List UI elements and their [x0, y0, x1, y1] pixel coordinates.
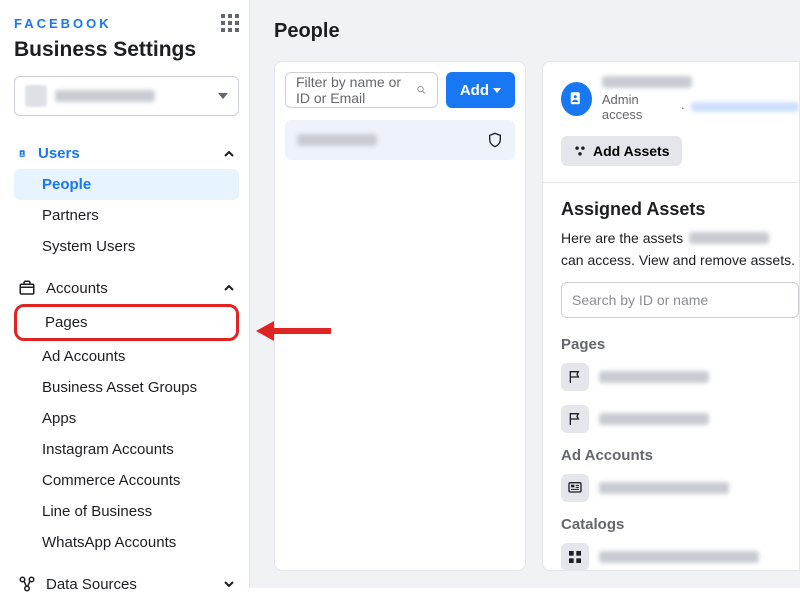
shield-icon: [487, 132, 503, 148]
nav-item-commerce-accounts[interactable]: Commerce Accounts: [14, 465, 239, 496]
people-list-panel: Filter by name or ID or Email Add: [274, 61, 526, 571]
business-logo: [25, 85, 47, 107]
business-selector[interactable]: [14, 76, 239, 116]
add-assets-button[interactable]: Add Assets: [561, 136, 682, 166]
caret-down-icon: [218, 93, 228, 99]
nav-section-data-sources-label: Data Sources: [46, 576, 137, 593]
add-assets-label: Add Assets: [593, 143, 670, 159]
caret-down-icon: [493, 88, 501, 93]
asset-name: [599, 482, 729, 494]
assigned-assets-description: Here are the assets can access. View and…: [561, 230, 799, 268]
nav-item-line-of-business[interactable]: Line of Business: [14, 496, 239, 527]
search-icon: [416, 82, 427, 98]
flag-icon: [561, 363, 589, 391]
business-name: [55, 90, 155, 102]
asset-name: [599, 551, 759, 563]
nav-item-ad-accounts[interactable]: Ad Accounts: [14, 341, 239, 372]
add-button[interactable]: Add: [446, 72, 515, 108]
catalog-icon: [561, 543, 589, 571]
nav-item-partners[interactable]: Partners: [14, 200, 239, 231]
asset-name: [599, 371, 709, 383]
chevron-down-icon: [223, 578, 235, 590]
page-title: Business Settings: [14, 38, 239, 62]
apps-grid-icon[interactable]: [221, 14, 239, 32]
nav-section-users-label: Users: [38, 145, 80, 162]
facebook-brand: FACEBOOK: [14, 16, 112, 31]
category-catalogs: Catalogs: [561, 516, 799, 533]
access-level: Admin access: [602, 92, 675, 122]
add-assets-icon: [573, 144, 587, 158]
nav-section-data-sources[interactable]: Data Sources: [14, 568, 239, 600]
asset-row[interactable]: [561, 405, 799, 433]
flag-icon: [561, 405, 589, 433]
person-row[interactable]: [285, 120, 515, 160]
nav-item-people[interactable]: People: [14, 169, 239, 200]
asset-row[interactable]: [561, 363, 799, 391]
sidebar: FACEBOOK Business Settings Users People …: [0, 0, 250, 588]
category-pages: Pages: [561, 336, 799, 353]
chevron-up-icon: [223, 148, 235, 160]
nav-item-pages[interactable]: Pages: [14, 304, 239, 341]
main-title: People: [274, 20, 800, 43]
chevron-up-icon: [223, 282, 235, 294]
asset-search-input[interactable]: Search by ID or name: [561, 282, 799, 318]
asset-row[interactable]: [561, 474, 799, 502]
user-email: [691, 102, 799, 112]
nav-item-business-asset-groups[interactable]: Business Asset Groups: [14, 372, 239, 403]
category-ad-accounts: Ad Accounts: [561, 447, 799, 464]
asset-row[interactable]: [561, 543, 799, 571]
user-name: [602, 76, 692, 88]
nav-item-whatsapp-accounts[interactable]: WhatsApp Accounts: [14, 527, 239, 558]
avatar: [561, 82, 592, 116]
users-icon: [18, 149, 28, 159]
person-detail-panel: Admin access · Add Assets Assigned Asset…: [542, 61, 800, 571]
filter-placeholder: Filter by name or ID or Email: [296, 74, 416, 106]
nav-item-system-users[interactable]: System Users: [14, 231, 239, 262]
main-content: People Filter by name or ID or Email Add: [250, 0, 800, 588]
person-name: [297, 134, 377, 146]
add-button-label: Add: [460, 82, 489, 99]
assigned-assets-heading: Assigned Assets: [561, 199, 799, 220]
nav-section-accounts-label: Accounts: [46, 280, 108, 297]
nav-section-users[interactable]: Users: [14, 138, 239, 169]
user-header: Admin access ·: [561, 76, 799, 122]
sidebar-nav: Users People Partners System Users Accou…: [14, 138, 239, 600]
filter-input[interactable]: Filter by name or ID or Email: [285, 72, 438, 108]
asset-search-placeholder: Search by ID or name: [572, 292, 708, 308]
data-sources-icon: [18, 575, 36, 593]
asset-name: [599, 413, 709, 425]
accounts-icon: [18, 279, 36, 297]
ad-account-icon: [561, 474, 589, 502]
nav-item-instagram-accounts[interactable]: Instagram Accounts: [14, 434, 239, 465]
nav-section-accounts[interactable]: Accounts: [14, 272, 239, 304]
nav-item-apps[interactable]: Apps: [14, 403, 239, 434]
